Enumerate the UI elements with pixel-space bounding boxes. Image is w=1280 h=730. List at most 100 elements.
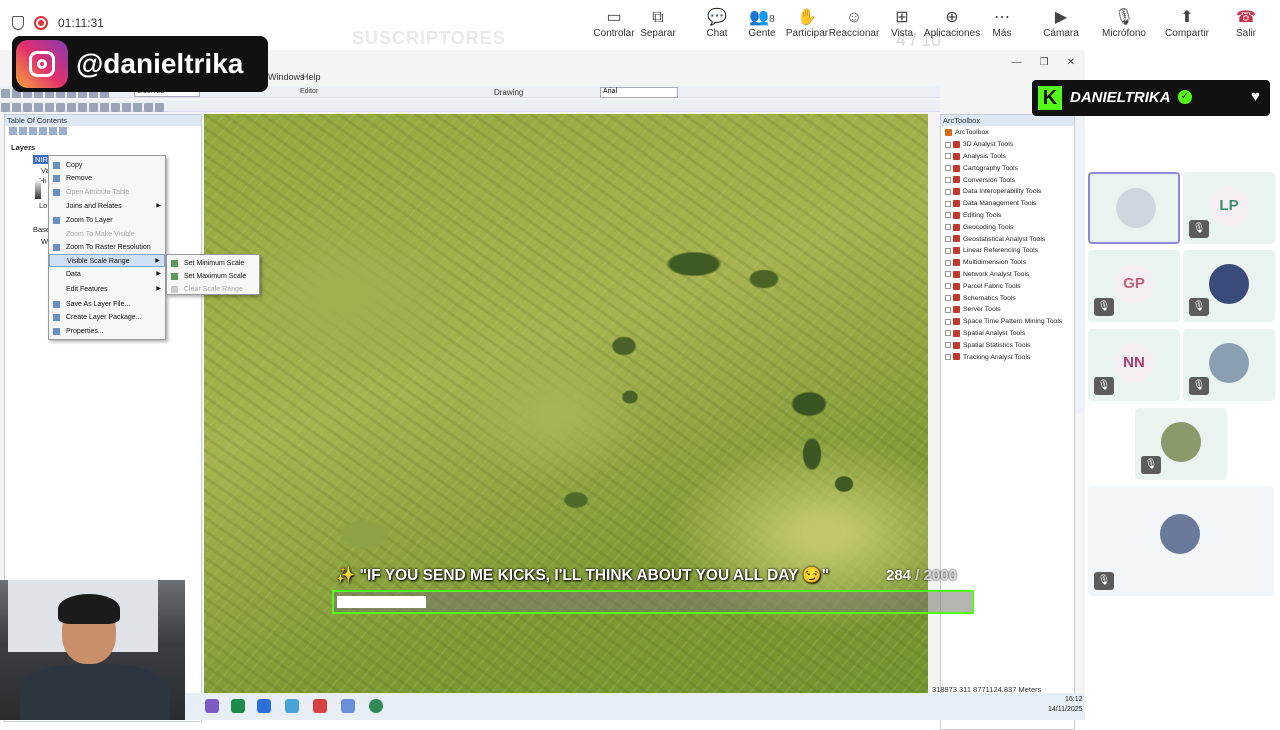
toolbox-item[interactable]: Geostatistical Analyst Tools	[945, 235, 1045, 243]
kick-goal-bar	[332, 590, 974, 614]
table-icon	[53, 189, 60, 196]
context-menu-item[interactable]: Edit Features ▶	[49, 283, 165, 296]
toolbox-item[interactable]: Data Management Tools	[945, 200, 1037, 207]
close-icon[interactable]: ✕	[1067, 57, 1075, 68]
drawing-menu[interactable]: Drawing	[494, 88, 523, 97]
toc-layers-label[interactable]: Layers	[11, 143, 35, 152]
menu-help[interactable]: Help	[302, 72, 321, 82]
toolbar-button-camara[interactable]: ▶ Cámara	[1031, 8, 1091, 39]
toolbox-item[interactable]: Spatial Analyst Tools	[945, 329, 1025, 337]
minimize-icon[interactable]: —	[1012, 57, 1022, 68]
context-menu-item[interactable]: Visible Scale Range ▶	[49, 254, 165, 267]
participant-tile[interactable]: LP 🎙	[1183, 172, 1275, 244]
taskbar-app-icon[interactable]	[369, 699, 383, 713]
participant-tile[interactable]: GP 🎙	[1088, 250, 1180, 322]
toolbox-item[interactable]: Spatial Statistics Tools	[945, 341, 1031, 349]
mic-off-icon: 🎙	[1094, 572, 1114, 590]
expand-icon[interactable]	[945, 342, 951, 349]
expand-icon[interactable]	[945, 294, 951, 301]
context-menu-label: Copy	[66, 162, 83, 169]
expand-icon[interactable]	[945, 271, 951, 278]
heart-icon: ♥	[1251, 88, 1260, 105]
expand-icon[interactable]	[945, 318, 951, 325]
expand-icon[interactable]	[945, 247, 951, 254]
expand-icon[interactable]	[945, 176, 951, 183]
side-tabs[interactable]	[1076, 114, 1085, 414]
menu-windows[interactable]: Windows	[268, 72, 305, 82]
toolbox-item[interactable]: Conversion Tools	[945, 176, 1015, 184]
toolbox-item[interactable]: Space Time Pattern Mining Tools	[945, 318, 1062, 325]
context-menu-item[interactable]: Save As Layer File...	[49, 298, 165, 311]
expand-icon[interactable]	[945, 188, 951, 195]
context-menu-item[interactable]: Copy	[49, 159, 165, 172]
context-menu-item[interactable]: Properties...	[49, 325, 165, 338]
expand-icon[interactable]	[945, 283, 951, 290]
expand-icon[interactable]	[945, 212, 951, 219]
toolbox-icon	[953, 259, 960, 266]
toolbox-item[interactable]: Data Interoperability Tools	[945, 188, 1041, 195]
toolbox-item-label: Editing Tools	[963, 212, 1002, 220]
toolbox-item[interactable]: Multidimension Tools	[945, 259, 1026, 266]
expand-icon[interactable]	[945, 200, 951, 207]
more-icon: ⋯	[994, 9, 1010, 26]
context-menu-label: Data	[66, 271, 81, 278]
participant-tile[interactable]: 🎙	[1088, 486, 1274, 596]
context-menu-item[interactable]: Data ▶	[49, 268, 165, 281]
taskbar-app-icon[interactable]	[285, 699, 299, 713]
mic-off-icon: 🎙	[1189, 220, 1209, 238]
toolbox-item[interactable]: Analysis Tools	[945, 152, 1006, 160]
participant-tile[interactable]: 🎙	[1183, 250, 1275, 322]
camera-off-icon: ▶	[1054, 9, 1068, 26]
taskbar-app-icon[interactable]	[231, 699, 245, 713]
toolbox-item[interactable]: Network Analyst Tools	[945, 270, 1030, 279]
submenu-label: Set Maximum Scale	[184, 273, 247, 280]
taskbar-app-icon[interactable]	[341, 699, 355, 713]
expand-icon[interactable]	[945, 153, 951, 160]
participant-tile[interactable]: NN 🎙	[1088, 329, 1180, 401]
context-menu-item[interactable]: Zoom To Raster Resolution	[49, 241, 165, 254]
submenu-item[interactable]: Set Minimum Scale	[167, 257, 259, 270]
context-menu-item[interactable]: Remove	[49, 172, 165, 185]
map-canvas[interactable]	[204, 114, 928, 720]
restore-icon[interactable]: ❐	[1040, 57, 1049, 68]
toolbox-item[interactable]: Server Tools	[945, 306, 1001, 313]
toolbox-item[interactable]: Parcel Fabric Tools	[945, 282, 1021, 290]
context-menu-item[interactable]: Create Layer Package...	[49, 311, 165, 324]
expand-icon[interactable]	[945, 353, 951, 360]
arctoolbox-root[interactable]: ArcToolbox	[945, 129, 989, 136]
toolbox-icon	[953, 294, 960, 302]
toolbox-item[interactable]: 3D Analyst Tools	[945, 141, 1013, 148]
toolbar-button-mas[interactable]: ⋯ Más	[972, 8, 1032, 39]
toolbox-item-label: Network Analyst Tools	[963, 271, 1030, 279]
toolbar-button-microfono[interactable]: 🎙 Micrófono	[1094, 8, 1154, 39]
taskbar-app-icon[interactable]	[257, 699, 271, 713]
expand-icon[interactable]	[945, 306, 951, 313]
toolbox-item[interactable]: Schematics Tools	[945, 294, 1016, 302]
expand-icon[interactable]	[945, 224, 951, 231]
toolbox-item[interactable]: Tracking Analyst Tools	[945, 353, 1030, 361]
editor-menu[interactable]: Editor	[300, 88, 318, 95]
toolbox-item[interactable]: Editing Tools	[945, 211, 1002, 220]
participant-tile[interactable]: 🎙	[1183, 329, 1275, 401]
expand-icon[interactable]	[945, 259, 951, 266]
toolbox-icon	[945, 129, 952, 136]
toolbar-button-salir[interactable]: ☎ Salir	[1216, 8, 1276, 39]
toolbox-item[interactable]: Cartography Tools	[945, 164, 1018, 172]
submenu-arrow-icon: ▶	[155, 258, 160, 264]
taskbar-app-icon[interactable]	[205, 699, 219, 713]
font-select[interactable]: Arial	[600, 87, 678, 98]
toolbox-item[interactable]: Linear Referencing Tools	[945, 247, 1038, 254]
expand-icon[interactable]	[945, 235, 951, 242]
expand-icon[interactable]	[945, 330, 951, 337]
submenu-item[interactable]: Set Maximum Scale	[167, 270, 259, 283]
participant-tile[interactable]: 🎙	[1135, 408, 1227, 480]
context-menu-item[interactable]: Zoom To Layer	[49, 214, 165, 227]
toolbar-button-separar[interactable]: ⧉ Separar	[628, 8, 688, 39]
expand-icon[interactable]	[945, 165, 951, 172]
toolbox-item[interactable]: Geocoding Tools	[945, 223, 1014, 231]
toolbar-button-compartir[interactable]: ⬆ Compartir	[1157, 8, 1217, 39]
expand-icon[interactable]	[945, 141, 951, 148]
taskbar-app-icon[interactable]	[313, 699, 327, 713]
context-menu-item[interactable]: Joins and Relates ▶	[49, 200, 165, 213]
participant-tile[interactable]	[1088, 172, 1180, 244]
